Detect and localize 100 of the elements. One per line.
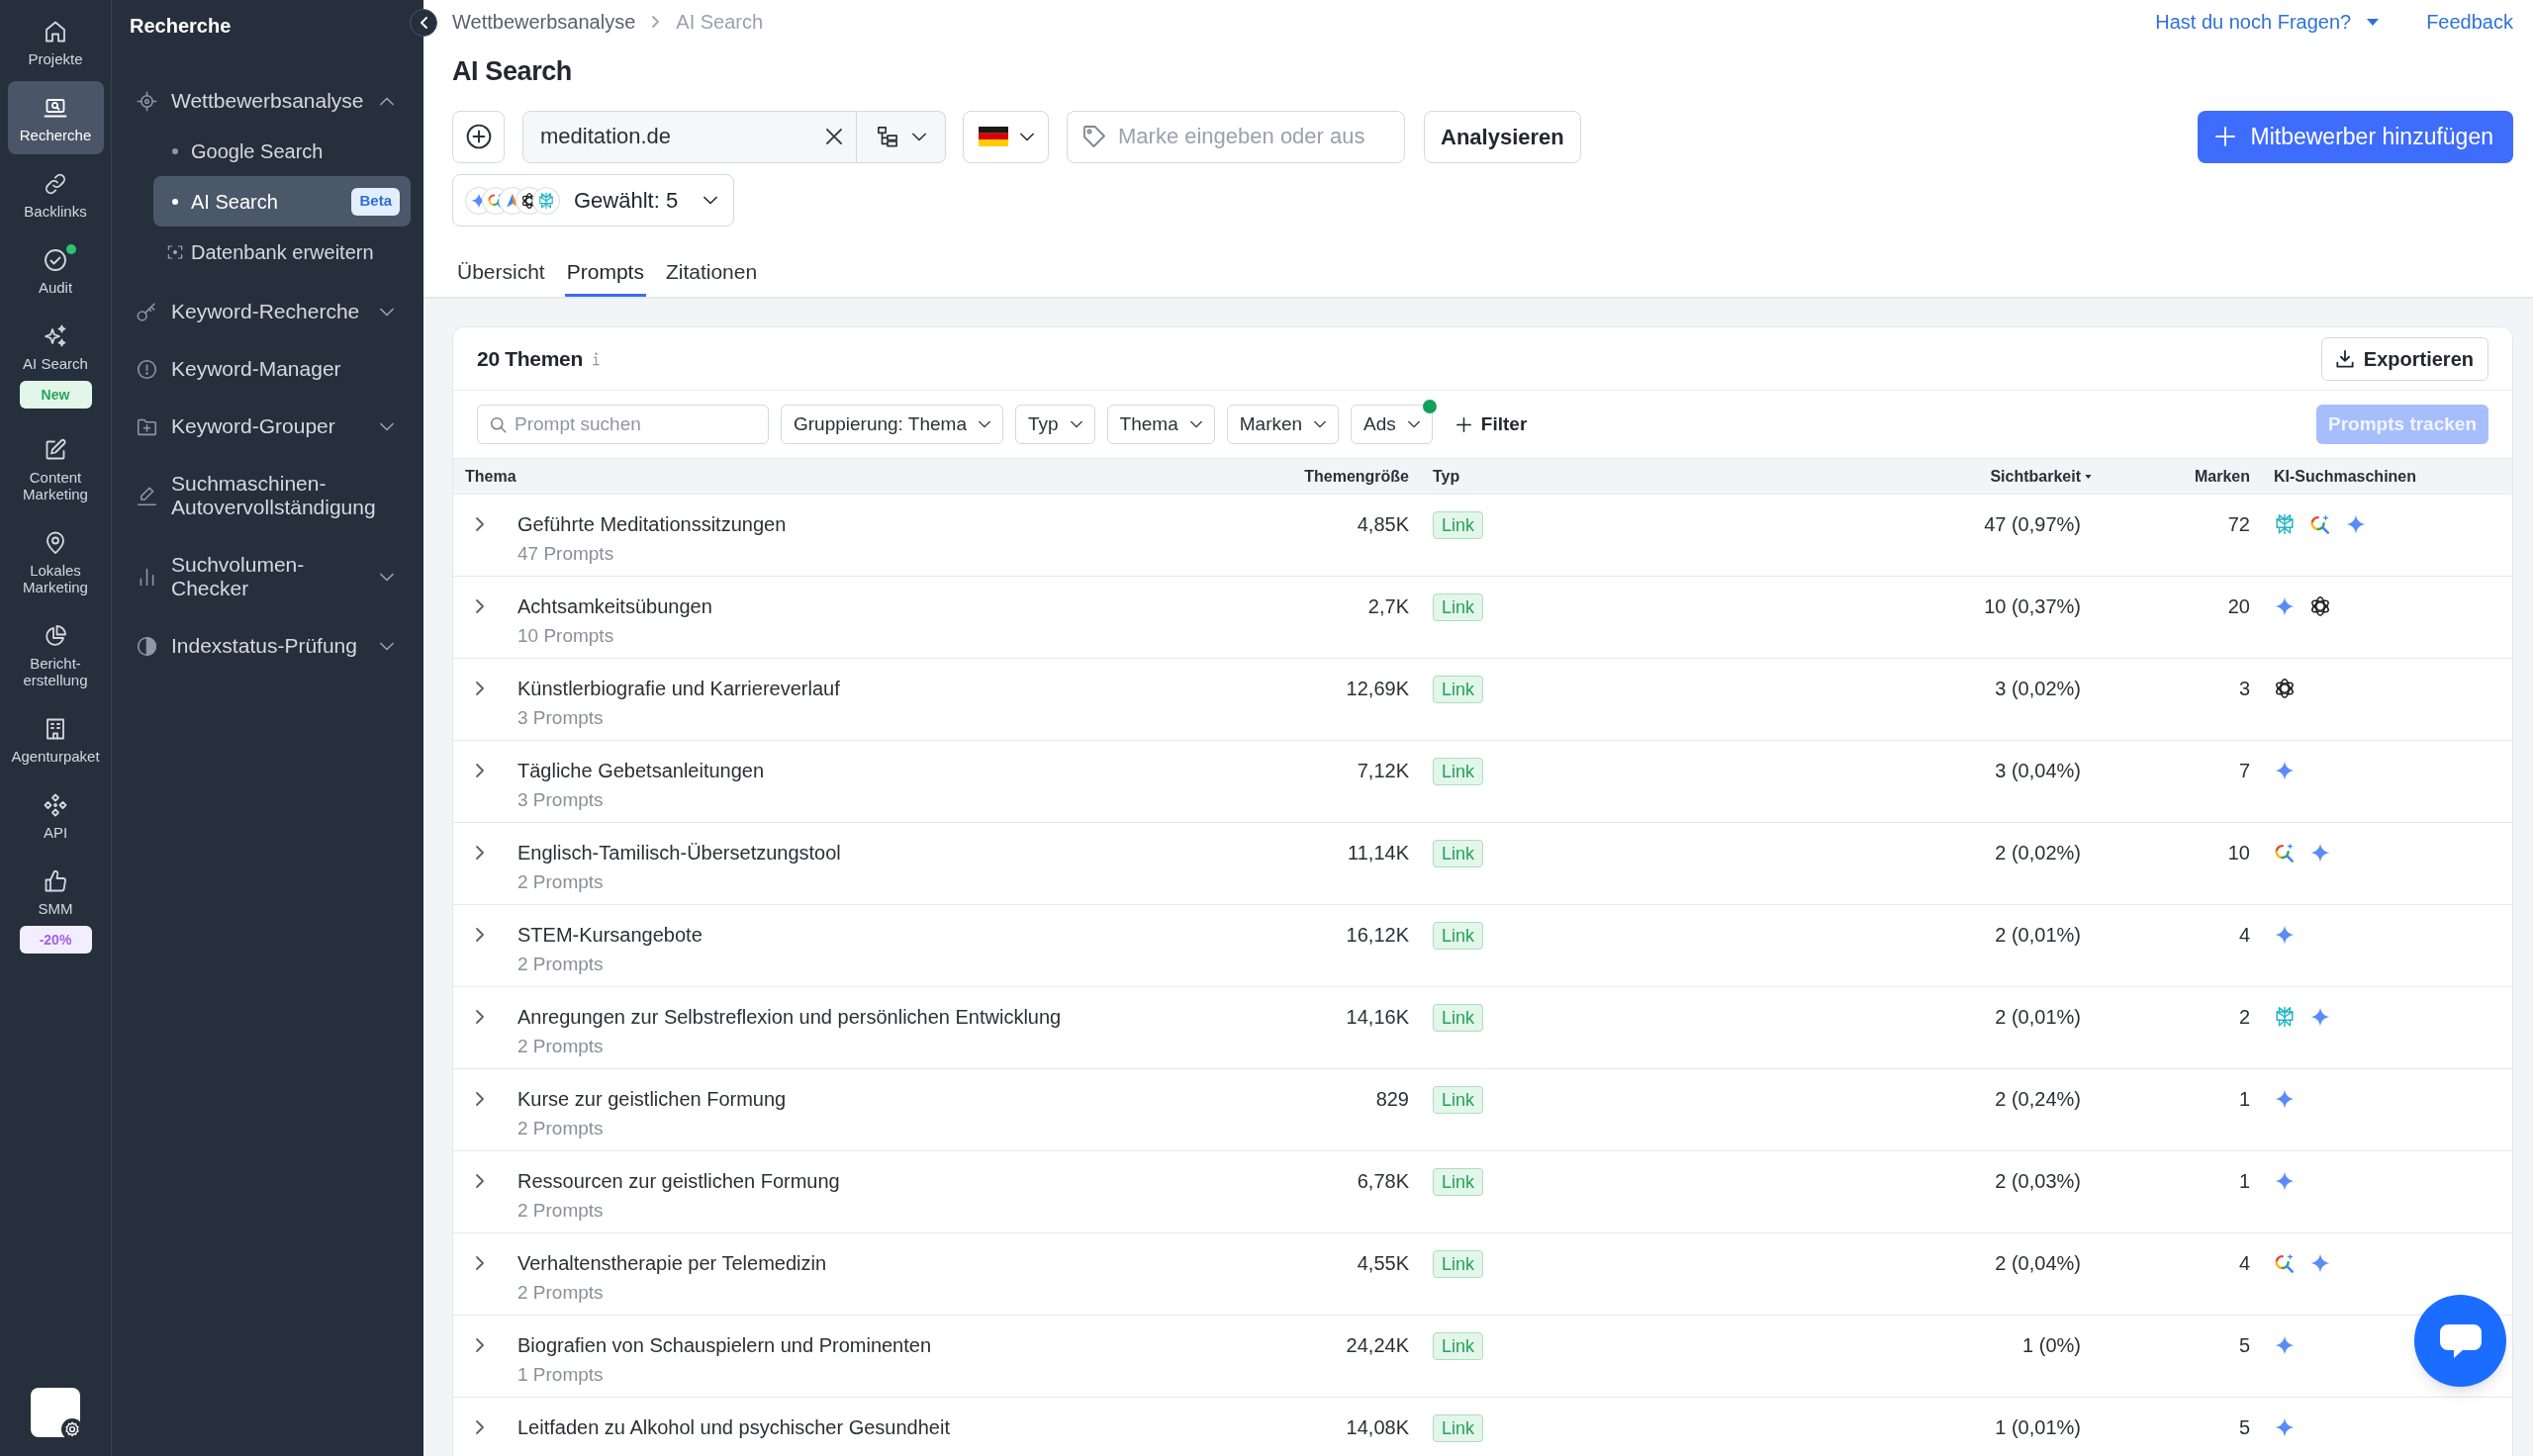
rail-item[interactable]: Audit <box>7 233 104 307</box>
rail-item[interactable]: SMM <box>7 855 104 928</box>
chevron-right-icon[interactable] <box>475 845 485 861</box>
plus-circle-icon <box>465 124 492 149</box>
chevron-right-icon[interactable] <box>475 927 485 943</box>
sparkle-icon <box>2274 595 2296 617</box>
visibility-value: 3 (0,02%) <box>1995 677 2081 700</box>
filter-dropdown[interactable]: Marken <box>1226 405 1340 444</box>
chevron-right-icon[interactable] <box>475 1009 485 1025</box>
rail-item[interactable]: Projekte <box>7 5 104 78</box>
export-button[interactable]: Exportieren <box>2320 336 2488 381</box>
help-menu[interactable]: Hast du noch Fragen? <box>2155 7 2380 37</box>
sidebar-subitem[interactable]: Datenbank erweitern <box>153 227 411 277</box>
brand-count: 4 <box>2238 923 2250 947</box>
filter-dropdown[interactable]: Ads <box>1351 405 1433 444</box>
column-header[interactable]: Typ <box>1433 464 1460 489</box>
settings-icon[interactable] <box>61 1418 83 1440</box>
country-dropdown[interactable] <box>963 110 1049 163</box>
atom-icon <box>2274 678 2296 699</box>
tab[interactable]: Prompts <box>564 247 646 297</box>
search-field[interactable]: Prompt suchen <box>477 405 769 444</box>
chevron-right-icon[interactable] <box>475 1419 485 1435</box>
building-icon <box>44 717 67 741</box>
rail-item[interactable]: AI Search <box>7 310 104 383</box>
brand-count: 20 <box>2227 594 2250 618</box>
lattice-icon <box>2274 513 2296 535</box>
type-tag: Link <box>1433 922 1484 950</box>
chevron-right-icon[interactable] <box>475 1091 485 1107</box>
chevron-right-icon[interactable] <box>475 1173 485 1189</box>
prompt-count: 2 Prompts <box>517 1035 604 1058</box>
sparkle-icon <box>2309 842 2331 864</box>
sidebar-item[interactable]: Indexstatus-Prüfung <box>112 617 423 675</box>
header-link[interactable]: Feedback <box>2426 7 2513 37</box>
tab[interactable]: Übersicht <box>455 247 547 297</box>
visibility-value: 3 (0,04%) <box>1995 759 2081 782</box>
sidebar-item[interactable]: Suchmaschinen-Autovervollständigung <box>112 455 423 536</box>
brand-count: 3 <box>2238 677 2250 700</box>
rail-item[interactable]: Content Marketing <box>7 423 104 513</box>
tab[interactable]: Zitationen <box>663 247 760 297</box>
rail-item[interactable]: Backlinks <box>7 157 104 230</box>
column-header[interactable]: Themengröße <box>1304 464 1409 489</box>
sparkle-icon <box>2274 924 2296 946</box>
home-icon <box>44 20 67 44</box>
chevron-right-icon <box>652 16 660 28</box>
brand-count: 5 <box>2238 1333 2250 1357</box>
prompt-count: 3 Prompts <box>517 788 604 812</box>
rail-item[interactable]: API <box>7 778 104 852</box>
chevron-right-icon[interactable] <box>475 1255 485 1271</box>
column-header[interactable]: Sichtbarkeit <box>1990 464 2081 489</box>
column-header[interactable]: KI-Suchmaschinen <box>2274 464 2417 489</box>
sidebar-item[interactable]: Keyword-Manager <box>112 340 423 398</box>
sparkles-icon <box>44 324 67 348</box>
chevron-down-icon[interactable] <box>380 307 394 317</box>
chevron-down-icon[interactable] <box>380 641 394 651</box>
search-icon <box>490 415 507 433</box>
structure-dropdown[interactable] <box>857 110 946 163</box>
add-competitor-button[interactable]: Mitbewerber hinzufügen <box>2197 110 2513 163</box>
chevron-right-icon[interactable] <box>475 681 485 696</box>
search-input[interactable]: Prompt suchen <box>515 408 756 441</box>
chevron-right-icon[interactable] <box>475 516 485 532</box>
close-icon[interactable] <box>826 129 842 144</box>
filter-dropdown[interactable]: Gruppierung: Thema <box>781 405 1003 444</box>
filter-dropdown[interactable]: Thema <box>1106 405 1215 444</box>
brand-input[interactable]: Marke eingeben oder aus <box>1118 115 1394 158</box>
sidebar-subitem[interactable]: AI Search Beta <box>153 176 411 227</box>
column-header[interactable]: Marken <box>2194 464 2250 489</box>
brand-count: 5 <box>2238 1415 2250 1439</box>
sidebar-item[interactable]: Keyword-Grouper <box>112 398 423 455</box>
chevron-right-icon[interactable] <box>475 763 485 778</box>
add-button[interactable] <box>452 110 505 163</box>
topic-size: 24,24K <box>1346 1333 1409 1357</box>
sidebar-item[interactable]: Suchvolumen-Checker <box>112 536 423 617</box>
pie-chart-icon <box>44 624 67 648</box>
analyze-button[interactable]: Analysieren <box>1424 110 1581 163</box>
rail-item[interactable]: Bericht-erstellung <box>7 609 104 699</box>
rail-item[interactable]: Agenturpaket <box>7 702 104 775</box>
sparkle-icon <box>2274 1334 2296 1356</box>
chevron-up-icon[interactable] <box>380 96 394 106</box>
page-title: AI Search <box>452 54 572 88</box>
rail-item[interactable]: Recherche <box>7 81 104 154</box>
domain-input[interactable]: meditation.de <box>540 115 818 158</box>
topic-title: Leitfaden zu Alkohol und psychischer Gesundheit <box>517 1415 950 1439</box>
avatar-placeholder[interactable] <box>31 1388 80 1437</box>
add-filter-button[interactable]: Filter <box>1455 410 1528 439</box>
sparkle-icon <box>2274 760 2296 781</box>
brand-field[interactable]: Marke eingeben oder aus <box>1067 110 1405 163</box>
chevron-down-icon[interactable] <box>380 572 394 582</box>
column-header[interactable]: Thema <box>465 464 516 489</box>
chevron-left-icon[interactable] <box>420 17 427 29</box>
chevron-right-icon[interactable] <box>475 598 485 614</box>
chevron-right-icon[interactable] <box>475 1337 485 1353</box>
filter-dropdown[interactable]: Typ <box>1015 405 1095 444</box>
rail-item[interactable]: Lokales Marketing <box>7 516 104 606</box>
sidebar-item[interactable]: Keyword-Recherche <box>112 283 423 340</box>
type-tag: Link <box>1433 1086 1484 1114</box>
engine-selector[interactable]: Gewählt: 5 <box>452 174 734 227</box>
chevron-down-icon[interactable] <box>380 421 394 431</box>
domain-field[interactable]: meditation.de <box>522 110 857 163</box>
prompt-count: 10 Prompts <box>517 624 614 648</box>
breadcrumb-link[interactable]: Wettbewerbsanalyse <box>452 7 636 37</box>
